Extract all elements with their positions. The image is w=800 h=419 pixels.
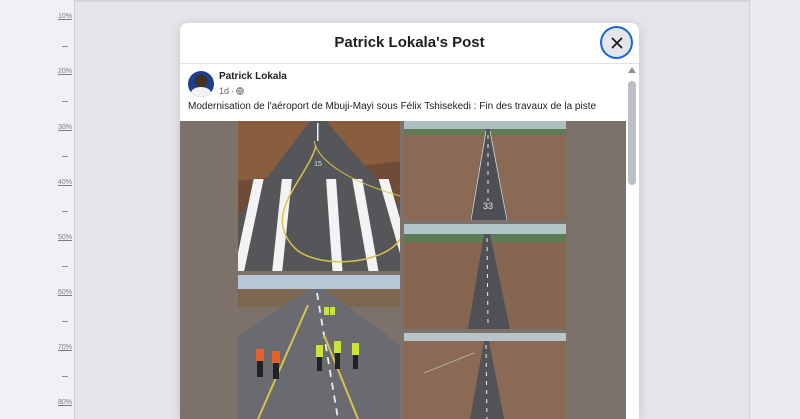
- runway-number: 15: [314, 161, 322, 168]
- ruler-tick: [62, 101, 68, 102]
- post-author[interactable]: Patrick Lokala: [219, 71, 287, 82]
- ruler-tick: [62, 266, 68, 267]
- dialog-title: Patrick Lokala's Post: [334, 34, 485, 51]
- page-top-border: [74, 0, 749, 2]
- ruler-label: 70%: [57, 344, 72, 351]
- ruler-label: 50%: [57, 234, 72, 241]
- post-dialog: Patrick Lokala's Post Patrick Lokala 1d …: [180, 23, 639, 419]
- dialog-scrollbar[interactable]: [626, 64, 638, 419]
- ruler-label: 20%: [57, 68, 72, 75]
- ruler-tick: [62, 211, 68, 212]
- runway-far-photo[interactable]: [404, 333, 566, 419]
- scroll-up-arrow-icon[interactable]: [628, 67, 636, 73]
- ruler-tick: [62, 156, 68, 157]
- runway-threshold-photo[interactable]: 15: [238, 121, 400, 271]
- meta-separator: ·: [231, 86, 235, 96]
- post-caption: Modernisation de l'aéroport de Mbuji-May…: [188, 101, 597, 112]
- ruler-tick: [62, 376, 68, 377]
- dialog-header: Patrick Lokala's Post: [180, 23, 639, 64]
- post-timestamp[interactable]: 1d: [219, 86, 229, 96]
- ruler-label: 60%: [57, 289, 72, 296]
- runway-workers-photo[interactable]: [238, 275, 400, 419]
- ruler-label: 30%: [57, 124, 72, 131]
- scrollbar-thumb[interactable]: [628, 81, 636, 185]
- post-meta: 1d ·: [219, 86, 244, 96]
- post-content: Patrick Lokala 1d · Modernisation de l'a…: [180, 64, 626, 419]
- avatar[interactable]: [188, 71, 214, 97]
- close-button[interactable]: [602, 28, 631, 57]
- page-ruler-gutter: [0, 0, 74, 419]
- ruler-tick: [62, 321, 68, 322]
- runway-aerial-photo[interactable]: [404, 224, 566, 329]
- globe-icon: [236, 87, 244, 95]
- close-icon: [611, 37, 622, 48]
- ruler-label: 10%: [57, 13, 72, 20]
- ruler-label: 40%: [57, 179, 72, 186]
- runway-33-photo[interactable]: 33: [404, 121, 566, 220]
- runway-number: 33: [483, 201, 493, 211]
- ruler-label: 80%: [57, 399, 72, 406]
- ruler-tick: [62, 46, 68, 47]
- photo-collage: 15 33: [180, 121, 626, 419]
